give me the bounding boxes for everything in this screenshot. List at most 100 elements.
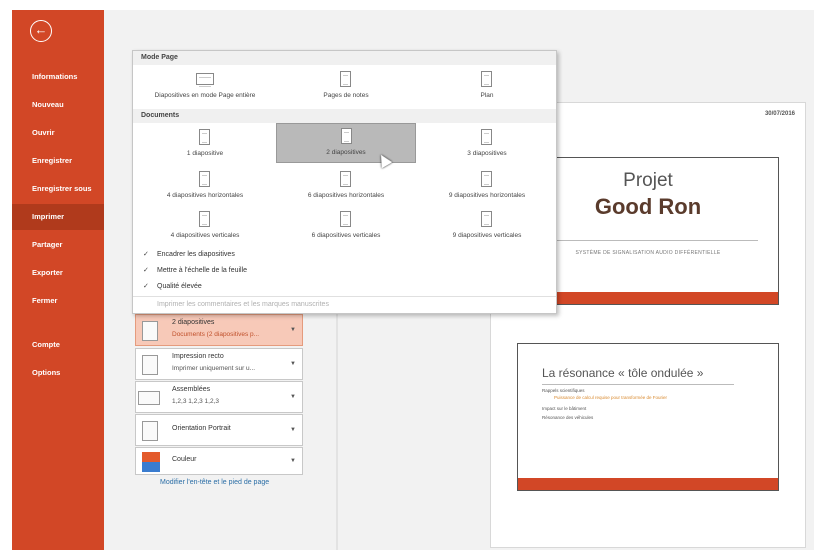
option-1-slide[interactable]: 1 diapositive bbox=[135, 125, 275, 165]
collated-icon bbox=[138, 391, 160, 405]
option-6-horizontal[interactable]: 6 diapositives horizontales bbox=[276, 167, 416, 207]
back-arrow-icon[interactable]: ← bbox=[30, 20, 52, 42]
option-label: 9 diapositives horizontales bbox=[448, 192, 526, 199]
slide1-accent-bar bbox=[518, 292, 778, 304]
six-slides-horizontal-icon bbox=[340, 171, 351, 187]
nine-slides-vertical-icon bbox=[481, 211, 492, 227]
chevron-down-icon: ▼ bbox=[290, 327, 296, 333]
option-label: 9 diapositives verticales bbox=[452, 232, 522, 239]
chevron-down-icon: ▼ bbox=[290, 394, 296, 400]
one-sided-icon bbox=[142, 355, 158, 375]
layout-setting-button[interactable]: 2 diapositives Documents (2 diapositives… bbox=[135, 314, 303, 346]
notes-page-icon bbox=[340, 71, 351, 87]
chevron-down-icon: ▼ bbox=[290, 361, 296, 367]
option-label: Diapositives en mode Page entière bbox=[154, 92, 256, 99]
layout-title: 2 diapositives bbox=[172, 319, 215, 326]
edit-header-footer-link[interactable]: Modifier l'en-tête et le pied de page bbox=[160, 479, 269, 486]
option-label: 1 diapositive bbox=[186, 150, 224, 157]
option-label: Imprimer les commentaires et les marques… bbox=[157, 301, 329, 308]
option-scale-to-fit[interactable]: ✓ Mettre à l'échelle de la feuille bbox=[133, 263, 556, 279]
option-label: Pages de notes bbox=[323, 92, 369, 99]
nav-fermer[interactable]: Fermer bbox=[12, 288, 104, 314]
section-header-page-mode: Mode Page bbox=[133, 51, 556, 65]
nav-enregistrer-sous[interactable]: Enregistrer sous bbox=[12, 176, 104, 202]
option-4-horizontal[interactable]: 4 diapositives horizontales bbox=[135, 167, 275, 207]
slide2-bullet: Impact sur le bâtiment bbox=[542, 406, 587, 411]
one-slide-icon bbox=[199, 129, 210, 145]
color-setting-button[interactable]: Couleur ▼ bbox=[135, 447, 303, 475]
option-3-slides[interactable]: 3 diapositives bbox=[417, 125, 557, 165]
section-header-documents: Documents bbox=[133, 109, 556, 123]
nav-informations[interactable]: Informations bbox=[12, 64, 104, 90]
four-slides-horizontal-icon bbox=[199, 171, 210, 187]
option-label: 2 diapositives bbox=[326, 149, 366, 156]
checkmark-icon: ✓ bbox=[143, 251, 149, 258]
sides-subtitle: Imprimer uniquement sur u... bbox=[172, 365, 256, 372]
nav-ouvrir[interactable]: Ouvrir bbox=[12, 120, 104, 146]
collate-title: Assemblées bbox=[172, 386, 211, 393]
chevron-down-icon: ▼ bbox=[290, 458, 296, 464]
slide2-accent-bar bbox=[518, 478, 778, 490]
option-label: 6 diapositives horizontales bbox=[307, 192, 385, 199]
slide1-title-line2: Good Ron bbox=[594, 194, 702, 219]
nav-exporter[interactable]: Exporter bbox=[12, 260, 104, 286]
preview-slide-2: La résonance « tôle ondulée » Rappels sc… bbox=[517, 343, 779, 491]
print-layout-dropdown: Mode Page Diapositives en mode Page enti… bbox=[132, 50, 557, 314]
slide2-bullet: Rappels scientifiques bbox=[542, 388, 585, 393]
outline-page-icon bbox=[481, 71, 492, 87]
slide2-rule bbox=[542, 384, 734, 385]
nav-nouveau[interactable]: Nouveau bbox=[12, 92, 104, 118]
option-notes-pages[interactable]: Pages de notes bbox=[276, 67, 416, 107]
option-high-quality[interactable]: ✓ Qualité élevée bbox=[133, 279, 556, 295]
four-slides-vertical-icon bbox=[199, 211, 210, 227]
checkmark-icon: ✓ bbox=[143, 283, 149, 290]
option-label: 4 diapositives horizontales bbox=[166, 192, 244, 199]
option-6-vertical[interactable]: 6 diapositives verticales bbox=[276, 207, 416, 247]
option-label: 3 diapositives bbox=[467, 150, 507, 157]
slide2-bullet: Puissance de calcul requise pour transfo… bbox=[554, 395, 668, 400]
slide2-title: La résonance « tôle ondulée » bbox=[542, 366, 704, 380]
color-icon bbox=[142, 452, 160, 472]
option-label: Plan bbox=[480, 92, 494, 99]
collate-setting-button[interactable]: Assemblées 1,2,3 1,2,3 1,2,3 ▼ bbox=[135, 381, 303, 413]
option-outline[interactable]: Plan bbox=[417, 67, 557, 107]
option-full-page-slides[interactable]: Diapositives en mode Page entière bbox=[135, 67, 275, 107]
nav-enregistrer[interactable]: Enregistrer bbox=[12, 148, 104, 174]
option-frame-slides[interactable]: ✓ Encadrer les diapositives bbox=[133, 247, 556, 263]
orientation-title: Orientation Portrait bbox=[172, 425, 231, 432]
sides-setting-button[interactable]: Impression recto Imprimer uniquement sur… bbox=[135, 348, 303, 380]
option-2-slides[interactable]: 2 diapositives bbox=[276, 123, 416, 163]
backstage-sidebar: ← Informations Nouveau Ouvrir Enregistre… bbox=[12, 10, 104, 550]
preview-date: 30/07/2016 bbox=[764, 111, 795, 117]
option-print-comments: Imprimer les commentaires et les marques… bbox=[133, 297, 556, 313]
three-slides-icon bbox=[481, 129, 492, 145]
color-title: Couleur bbox=[172, 456, 197, 463]
slide1-rule bbox=[538, 240, 758, 241]
two-slides-icon bbox=[341, 128, 352, 144]
slide2-bullet: Résonance des véhicules bbox=[542, 415, 594, 420]
option-9-vertical[interactable]: 9 diapositives verticales bbox=[417, 207, 557, 247]
option-label: Encadrer les diapositives bbox=[157, 251, 235, 258]
chevron-down-icon: ▼ bbox=[290, 427, 296, 433]
option-label: Mettre à l'échelle de la feuille bbox=[157, 267, 248, 274]
nav-imprimer[interactable]: Imprimer bbox=[12, 204, 104, 230]
sides-title: Impression recto bbox=[172, 353, 224, 360]
nine-slides-horizontal-icon bbox=[481, 171, 492, 187]
layout-subtitle: Documents (2 diapositives p... bbox=[172, 331, 260, 338]
option-label: Qualité élevée bbox=[157, 283, 202, 290]
collate-subtitle: 1,2,3 1,2,3 1,2,3 bbox=[172, 398, 219, 405]
nav-compte[interactable]: Compte bbox=[12, 332, 104, 358]
nav-options[interactable]: Options bbox=[12, 360, 104, 386]
option-label: 6 diapositives verticales bbox=[311, 232, 381, 239]
slide1-subtitle: SYSTÈME DE SIGNALISATION AUDIO DIFFÉRENT… bbox=[575, 250, 721, 256]
checkmark-icon: ✓ bbox=[143, 267, 149, 274]
option-label: 4 diapositives verticales bbox=[170, 232, 240, 239]
two-slides-icon bbox=[142, 321, 158, 341]
six-slides-vertical-icon bbox=[340, 211, 351, 227]
slide1-title-line1: Projet bbox=[623, 170, 673, 191]
option-4-vertical[interactable]: 4 diapositives verticales bbox=[135, 207, 275, 247]
landscape-page-icon bbox=[196, 73, 214, 87]
option-9-horizontal[interactable]: 9 diapositives horizontales bbox=[417, 167, 557, 207]
nav-partager[interactable]: Partager bbox=[12, 232, 104, 258]
orientation-setting-button[interactable]: Orientation Portrait ▼ bbox=[135, 414, 303, 446]
